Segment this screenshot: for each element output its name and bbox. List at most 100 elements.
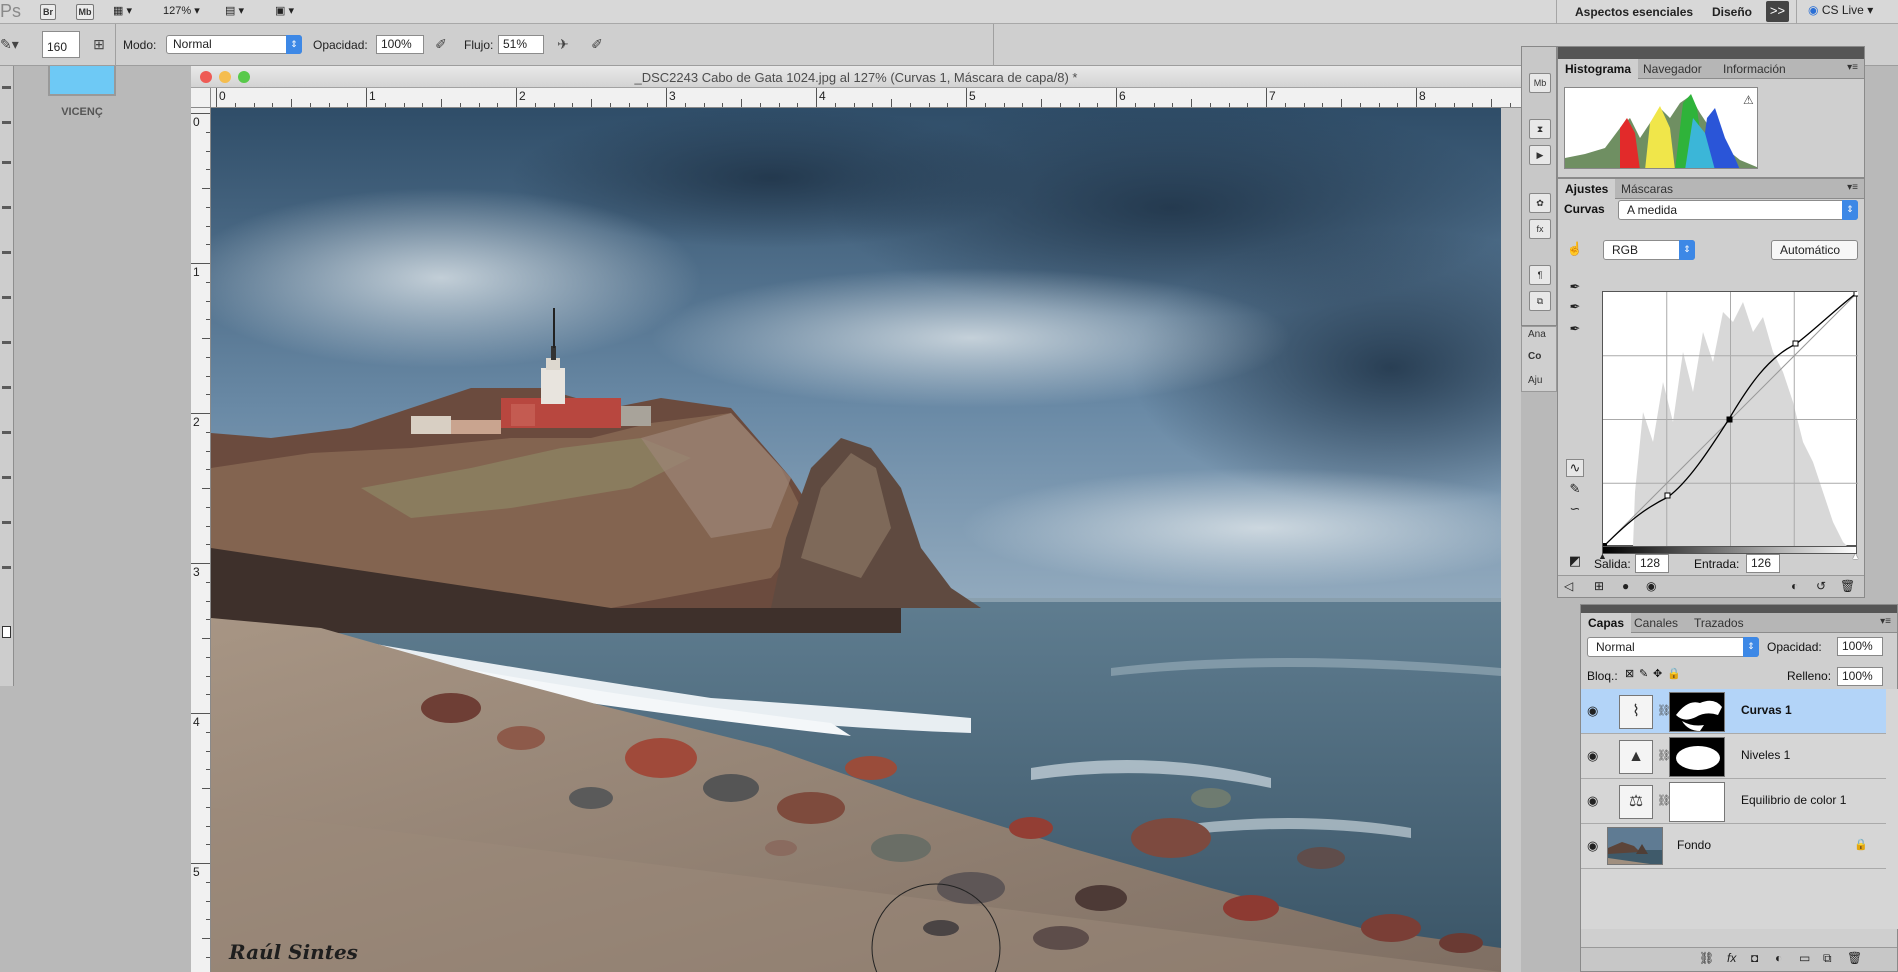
panel-grip[interactable]	[1581, 605, 1897, 613]
panel-menu-icon[interactable]: ▾≡	[1847, 182, 1858, 193]
auto-button[interactable]: Automático	[1771, 240, 1858, 260]
lock-pixels-icon[interactable]: ✎	[1639, 667, 1648, 680]
tool-icon[interactable]	[2, 251, 11, 254]
tab-layers[interactable]: Capas	[1581, 613, 1632, 633]
arrange-documents-menu[interactable]: ▤ ▾	[225, 4, 244, 17]
document-titlebar[interactable]: _DSC2243 Cabo de Gata 1024.jpg al 127% (…	[191, 66, 1521, 88]
layer-name[interactable]: Niveles 1	[1741, 748, 1790, 762]
tool-icon[interactable]	[2, 206, 11, 209]
mode-select[interactable]: Normal ⇕	[166, 35, 302, 54]
layer-name[interactable]: Fondo	[1677, 838, 1711, 852]
brush-size-picker[interactable]: 160	[42, 31, 80, 58]
back-arrow-icon[interactable]: ◁	[1564, 579, 1573, 593]
black-eyedropper-icon[interactable]: ✒	[1566, 279, 1584, 297]
flow-field[interactable]: 51%	[498, 35, 544, 54]
screen-mode-menu[interactable]: ▣ ▾	[275, 4, 294, 17]
input-field[interactable]: 126	[1746, 554, 1780, 573]
tab-adjustments[interactable]: Ajustes	[1558, 179, 1616, 199]
tab-histogram[interactable]: Histograma	[1558, 59, 1639, 79]
mini-bridge-button[interactable]: Mb	[76, 4, 94, 20]
eye-icon[interactable]: ◉	[1587, 793, 1598, 809]
tool-icon[interactable]	[2, 386, 11, 389]
tab-channels[interactable]: Canales	[1627, 613, 1685, 633]
lock-position-icon[interactable]: ✥	[1653, 667, 1662, 680]
lock-transparency-icon[interactable]: ⊠	[1625, 667, 1634, 680]
cs-live-menu[interactable]: ◉ CS Live ▾	[1808, 3, 1873, 17]
vertical-ruler[interactable]: 0 1 2 3 4 5	[191, 108, 211, 972]
swatch-thumbnail[interactable]	[48, 66, 116, 96]
eye-icon[interactable]: ◉	[1646, 579, 1656, 593]
pressure-opacity-icon[interactable]: ✐	[432, 36, 450, 54]
output-field[interactable]: 128	[1635, 554, 1669, 573]
toggle-visibility-icon[interactable]: ●	[1622, 579, 1629, 593]
tab-paths[interactable]: Trazados	[1687, 613, 1751, 633]
zoom-level-dropdown[interactable]: 127% ▾	[163, 4, 200, 17]
layer-mask-thumbnail[interactable]	[1669, 782, 1725, 822]
collapsed-panel-tab[interactable]: Co	[1528, 351, 1541, 362]
clip-to-layer-icon[interactable]: ⊞	[1594, 579, 1604, 593]
workspace-design[interactable]: Diseño	[1712, 5, 1752, 19]
layer-row[interactable]: ◉ ⌇ ⛓ Curvas 1	[1581, 689, 1886, 734]
view-previous-icon[interactable]: ◐	[1791, 579, 1798, 593]
layer-thumbnail[interactable]	[1607, 827, 1663, 865]
collapsed-panels[interactable]: Ana Co Aju	[1521, 326, 1557, 392]
bridge-button[interactable]: Br	[40, 4, 56, 20]
paragraph-icon[interactable]: ¶	[1529, 265, 1551, 285]
tool-icon[interactable]	[2, 161, 11, 164]
on-image-adjust-icon[interactable]: ☝	[1566, 241, 1584, 259]
tab-masks[interactable]: Máscaras	[1614, 179, 1680, 199]
layer-name[interactable]: Equilibrio de color 1	[1741, 793, 1846, 807]
layer-row[interactable]: ◉ ▲ ⛓ Niveles 1	[1581, 734, 1886, 779]
reset-icon[interactable]: ↺	[1816, 579, 1826, 593]
styles-icon[interactable]: ✿	[1529, 193, 1551, 213]
brush-tool-preset-icon[interactable]: ✎▾	[0, 36, 19, 54]
view-extras-menu[interactable]: ▦ ▾	[113, 4, 132, 17]
link-layers-icon[interactable]: ⛓	[1699, 951, 1714, 965]
smooth-curve-icon[interactable]: ∽	[1566, 501, 1584, 519]
tool-icon[interactable]	[2, 431, 11, 434]
workspace-essentials[interactable]: Aspectos esenciales	[1575, 5, 1693, 19]
panel-grip[interactable]	[1558, 47, 1864, 59]
layer-row[interactable]: ◉ ⚖ ⛓ Equilibrio de color 1	[1581, 779, 1886, 824]
fx-icon[interactable]: fx	[1529, 219, 1551, 239]
tool-icon[interactable]	[2, 296, 11, 299]
history-icon[interactable]: ⧗	[1529, 119, 1551, 139]
tool-icon[interactable]	[2, 86, 11, 89]
brush-panel-toggle-icon[interactable]: ⊞	[90, 36, 108, 54]
layer-name[interactable]: Curvas 1	[1741, 703, 1792, 717]
eye-icon[interactable]: ◉	[1587, 703, 1598, 719]
eye-icon[interactable]: ◉	[1587, 748, 1598, 764]
adjustment-layer-icon[interactable]: ◐	[1775, 951, 1782, 965]
eye-icon[interactable]: ◉	[1587, 838, 1598, 854]
tab-navigator[interactable]: Navegador	[1636, 59, 1709, 79]
tool-icon[interactable]	[2, 341, 11, 344]
curves-preset-select[interactable]: A medida ⇕	[1618, 200, 1858, 220]
tab-information[interactable]: Información	[1716, 59, 1793, 79]
gray-eyedropper-icon[interactable]: ✒	[1566, 299, 1584, 317]
tool-icon[interactable]	[2, 566, 11, 569]
panel-menu-icon[interactable]: ▾≡	[1880, 616, 1891, 627]
tool-icon[interactable]	[2, 476, 11, 479]
group-folder-icon[interactable]: ▭	[1799, 951, 1810, 965]
mini-bridge-icon[interactable]: Mb	[1529, 73, 1551, 93]
trash-icon[interactable]: 🗑	[1840, 579, 1855, 593]
curve-point-tool-icon[interactable]: ∿	[1566, 459, 1584, 477]
clone-source-icon[interactable]: ⧉	[1529, 291, 1551, 311]
blend-mode-select[interactable]: Normal ⇕	[1587, 637, 1759, 657]
white-point-slider[interactable]: ▲	[1851, 551, 1860, 561]
fill-field[interactable]: 100%	[1837, 667, 1883, 686]
tool-icon[interactable]	[2, 121, 11, 124]
lock-all-icon[interactable]: 🔒	[1667, 667, 1681, 680]
more-workspaces-button[interactable]: >>	[1766, 1, 1789, 22]
actions-icon[interactable]: ▶	[1529, 145, 1551, 165]
tool-icon[interactable]	[2, 521, 11, 524]
collapsed-analysis-tab[interactable]: Ana	[1528, 329, 1546, 340]
ruler-origin[interactable]	[191, 88, 211, 108]
panel-menu-icon[interactable]: ▾≡	[1847, 62, 1858, 73]
channel-select[interactable]: RGB ⇕	[1603, 240, 1695, 260]
layer-opacity-field[interactable]: 100%	[1837, 637, 1883, 656]
new-layer-icon[interactable]: ⧉	[1823, 951, 1832, 966]
trash-icon[interactable]: 🗑	[1847, 951, 1862, 965]
add-mask-icon[interactable]: ◘	[1751, 951, 1758, 965]
horizontal-ruler[interactable]: 0 1 2 3 4 5 6 7 8	[211, 88, 1521, 108]
